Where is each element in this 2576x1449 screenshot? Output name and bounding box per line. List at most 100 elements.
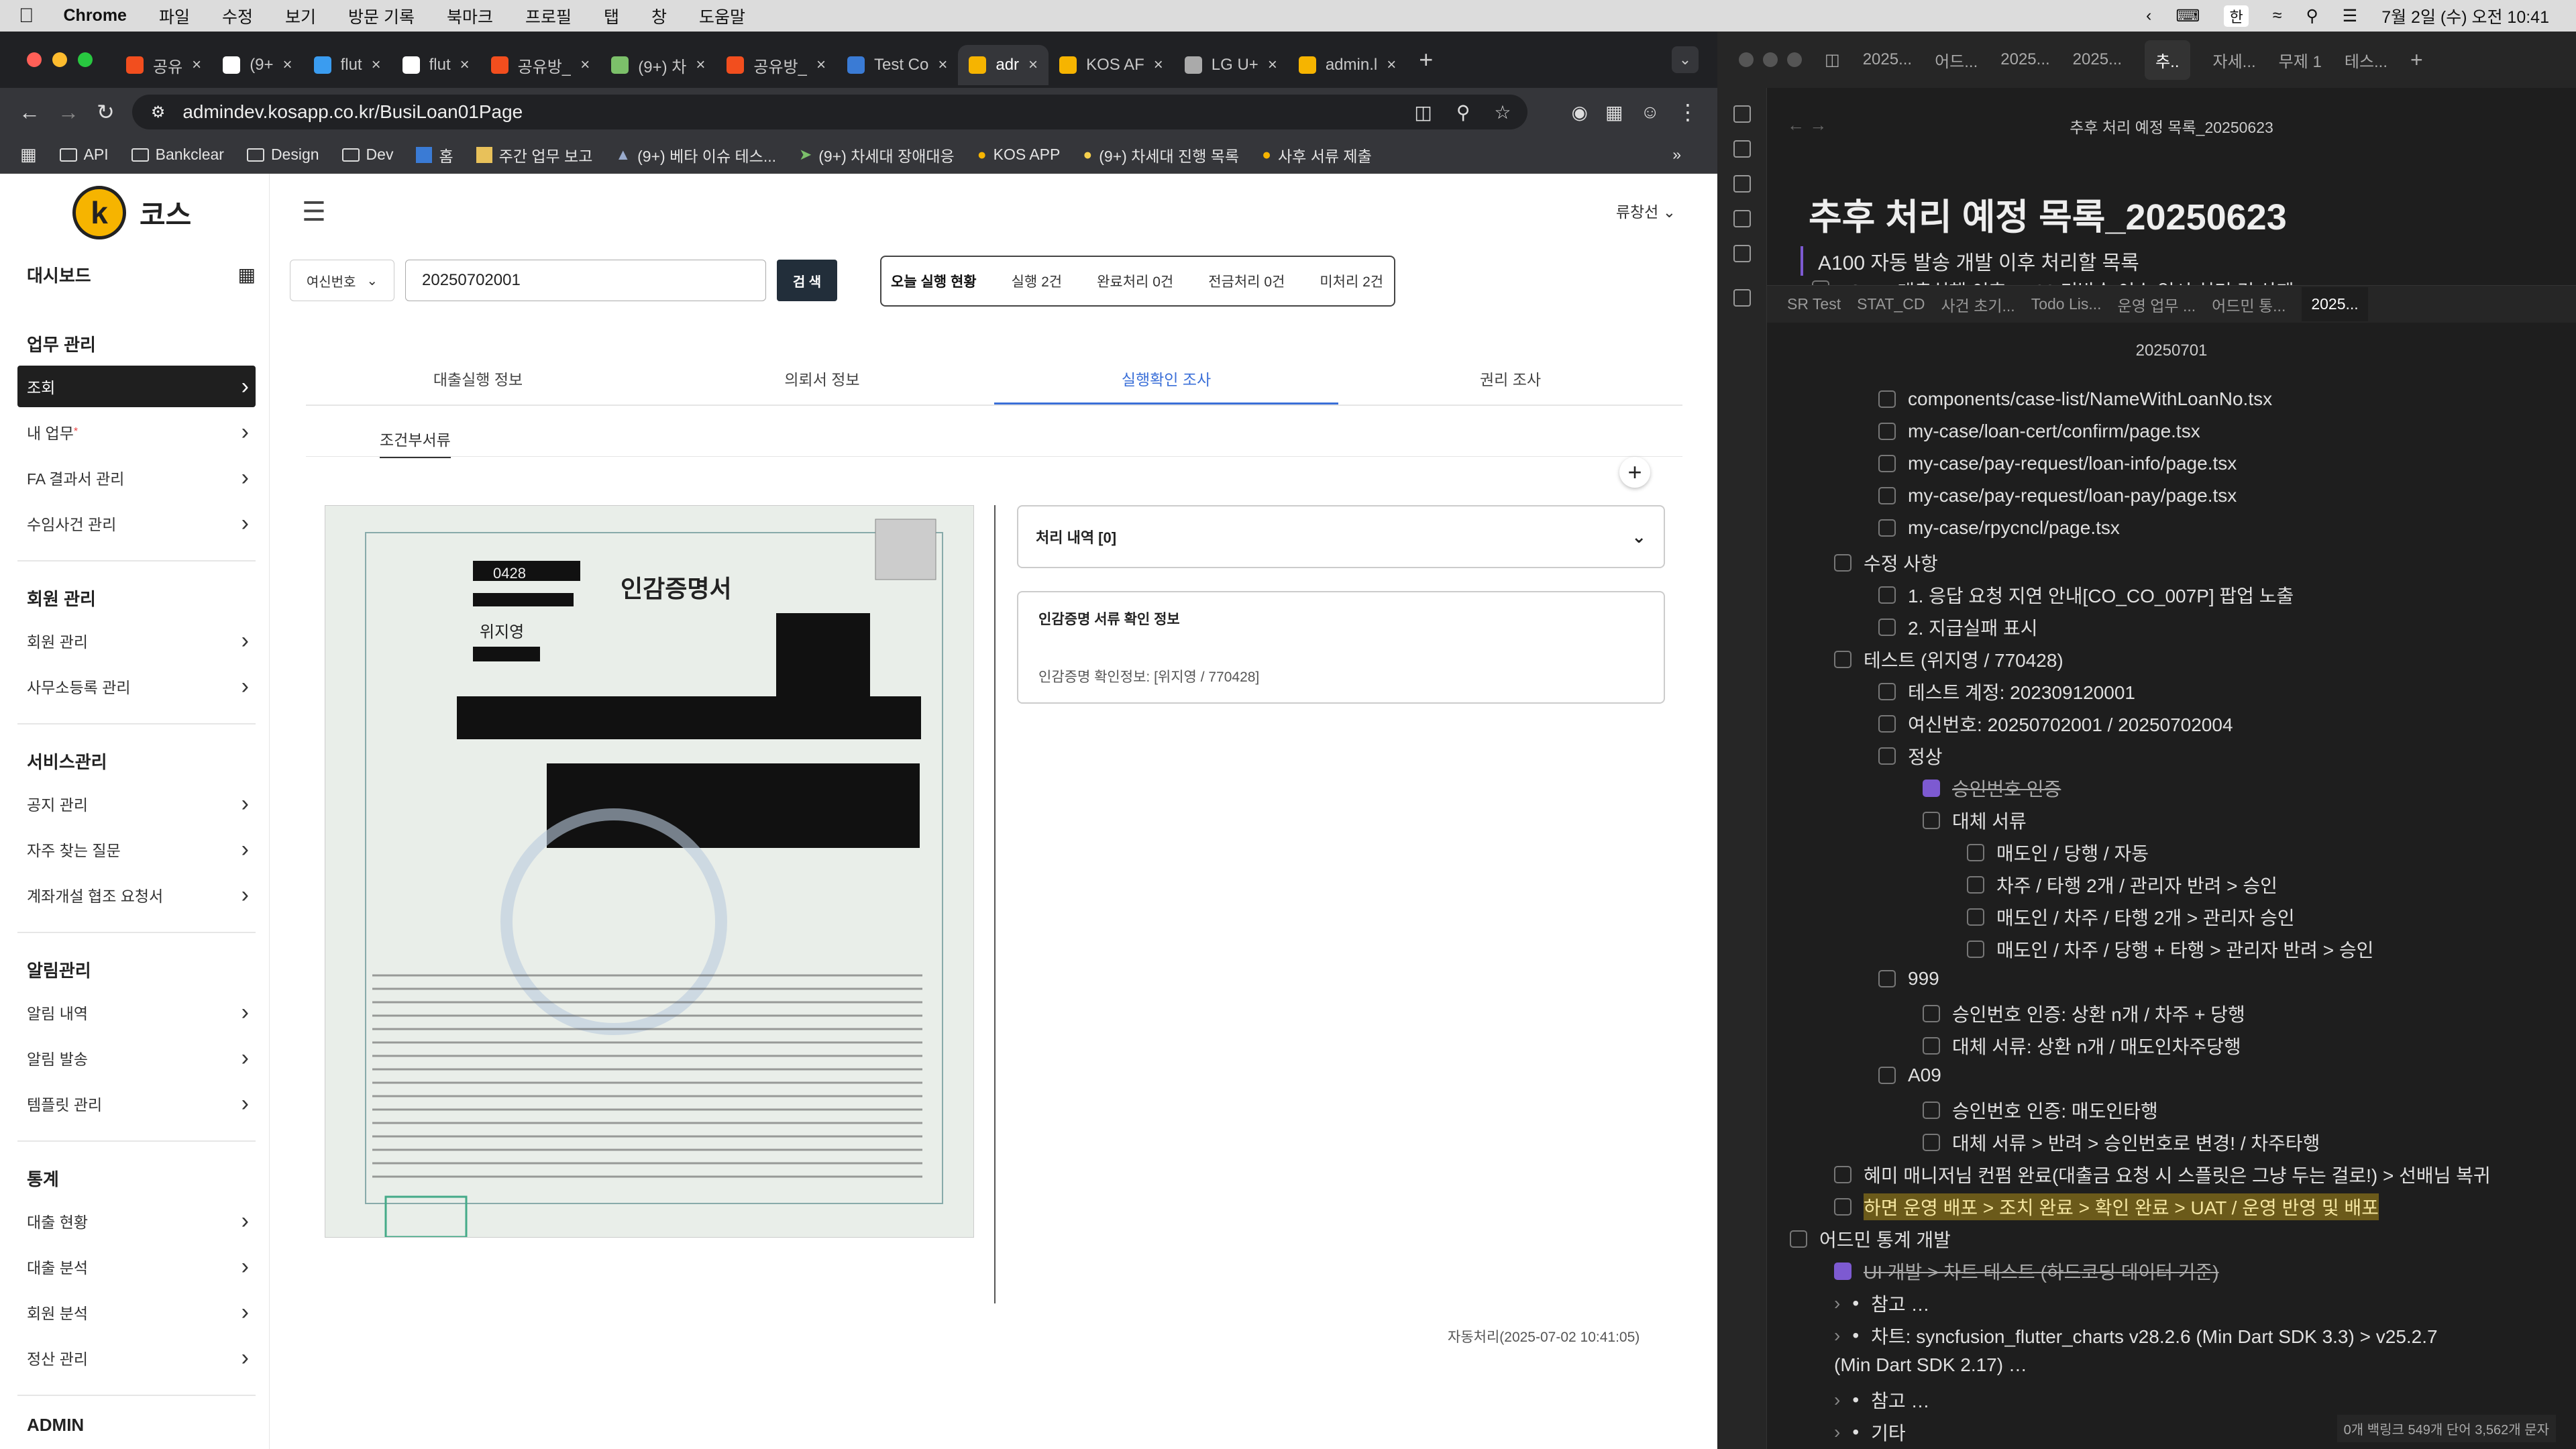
sidebar-item[interactable]: 회원 분석 › [17,1291,256,1333]
todo-item[interactable]: my-case/pay-request/loan-info/page.tsx [1878,453,2237,474]
browser-tab[interactable]: Test Co × [837,45,958,85]
menu-file[interactable]: 파일 [159,4,190,28]
extensions-icon[interactable]: ▦ [1605,101,1623,123]
todo-item[interactable]: 매도인 / 차주 / 당행 + 타행 > 관리자 반려 > 승인 [1967,936,2373,963]
browser-tab[interactable]: LG U+ × [1174,45,1288,85]
checkbox[interactable] [1834,554,1851,572]
obs-tab[interactable]: 2025... [2073,50,2122,69]
bookmark-weekly[interactable]: 주간 업무 보고 [476,144,592,166]
apps-grid-icon[interactable]: ▦ [20,144,37,165]
menu-edit[interactable]: 수정 [222,4,253,28]
todo-item[interactable]: 매도인 / 차주 / 타행 2개 > 관리자 승인 [1967,904,2295,930]
search-type-select[interactable]: 여신번호 ⌄ [290,260,394,301]
todo-item[interactable]: (Min Dart SDK 2.17) … [1834,1354,2027,1376]
todo-item[interactable]: 매도인 / 당행 / 자동 [1967,839,2149,866]
todo-item[interactable]: › • 참고 … [1834,1290,1929,1317]
install-icon[interactable]: ◫ [1414,101,1432,123]
sidebar-dashboard[interactable]: 대시보드 ▦ [27,262,256,287]
bookmark-home[interactable]: 홈 [416,144,453,166]
browser-tab[interactable]: 공유 × [115,45,212,85]
keyboard-icon[interactable]: ⌨ [2176,6,2200,26]
checkbox[interactable] [1878,586,1896,604]
pane2-tab[interactable]: 어드민 통... [2212,293,2286,316]
todo-item[interactable]: 차주 / 타행 2개 / 관리자 반려 > 승인 [1967,871,2277,898]
sidebar-item[interactable]: 템플릿 관리 › [17,1083,256,1124]
menu-view[interactable]: 보기 [285,4,316,28]
zoom-window-icon[interactable] [1787,52,1802,67]
checkbox[interactable] [1878,390,1896,408]
ime-indicator[interactable]: 한 [2224,5,2249,27]
close-window-icon[interactable] [1739,52,1754,67]
todo-item[interactable]: 테스트 (위지영 / 770428) [1834,646,2063,673]
checkbox[interactable] [1878,455,1896,472]
tab-rights[interactable]: 권리 조사 [1338,360,1682,405]
todo-item[interactable]: › • 참고 … [1834,1387,1929,1413]
close-tab-icon[interactable]: × [580,56,590,74]
user-menu[interactable]: 류창선 ⌄ [1616,199,1676,222]
zoom-window-icon[interactable] [78,52,93,67]
checkbox[interactable] [1878,619,1896,636]
checkbox[interactable] [1923,1102,1940,1119]
add-icon[interactable]: + [1619,457,1650,488]
more-bookmarks-icon[interactable]: » [1672,146,1681,164]
close-tab-icon[interactable]: × [1387,56,1396,74]
checkbox[interactable] [1967,844,1984,861]
checkbox[interactable] [1967,876,1984,894]
pane2-tab[interactable]: Todo Lis... [2031,295,2102,313]
search-input[interactable] [405,260,766,301]
browser-tab[interactable]: KOS AF × [1049,45,1174,85]
checkbox[interactable] [1923,780,1940,797]
tab-exec-check[interactable]: 실행확인 조사 [994,360,1338,405]
sidebar-item[interactable]: 정산 관리 › [17,1337,256,1379]
camera-icon[interactable]: ◉ [1572,101,1588,123]
browser-tab[interactable]: admin.l × [1288,45,1407,85]
pane2-tab[interactable]: 운영 업무 ... [2118,293,2196,316]
todo-item[interactable]: A09 [1878,1065,1941,1086]
todo-item[interactable]: 2. 지급실패 표시 [1878,614,2037,641]
control-center-icon[interactable]: ☰ [2343,6,2357,26]
back-icon[interactable]: ← [19,100,40,125]
sidebar-item[interactable]: 자주 찾는 질문 › [17,828,256,870]
sidebar-item[interactable]: 수임사건 관리 › [17,502,256,544]
browser-tab[interactable]: flut × [303,45,392,85]
sidebar-item[interactable]: FA 결과서 관리 › [17,457,256,498]
todo-item[interactable]: 여신번호: 20250702001 / 20250702004 [1878,710,2233,737]
menu-tab[interactable]: 탭 [604,4,619,28]
todo-item[interactable]: 승인번호 인증 [1923,775,2061,802]
wifi-icon[interactable]: ≈ [2273,6,2282,25]
bookmark-progress[interactable]: ● (9+) 차세대 진행 목록 [1083,144,1239,166]
minimize-window-icon[interactable] [52,52,67,67]
checkbox[interactable] [1923,1037,1940,1055]
terminal-icon[interactable] [1733,289,1751,307]
close-tab-icon[interactable]: × [938,56,947,74]
brand-logo[interactable]: k 코스 [72,186,269,239]
browser-tab[interactable]: 공유방_ × [716,45,837,85]
todo-item[interactable]: my-case/rpycncl/page.tsx [1878,517,2120,539]
browser-tab[interactable]: adr × [958,45,1049,85]
checkbox[interactable] [1923,1134,1940,1151]
bookmark-bankclear[interactable]: Bankclear [131,146,224,164]
todo-item[interactable]: 승인번호 인증: 매도인타행 [1923,1097,2158,1124]
fold-chevron-icon[interactable]: › [1834,1421,1840,1443]
sidebar-item[interactable]: 계좌개설 협조 요청서 › [17,874,256,916]
close-tab-icon[interactable]: × [696,56,705,74]
browser-tab[interactable]: (9+) 차 × [600,45,716,85]
document-image[interactable]: 인감증명서 위지영 0428 [325,505,974,1238]
fold-chevron-icon[interactable]: › [1834,1325,1840,1346]
fold-chevron-icon[interactable]: › [1834,1293,1840,1314]
todo-item[interactable]: 대체 서류 [1923,807,2027,834]
close-tab-icon[interactable]: × [1154,56,1163,74]
todo-item[interactable]: 승인번호 인증: 상환 n개 / 차주 + 당행 [1923,1000,2245,1027]
bookmark-incident[interactable]: ➤ (9+) 차세대 장애대응 [799,144,955,166]
menu-window[interactable]: 창 [651,4,667,28]
checkbox[interactable] [1834,1166,1851,1183]
todo-item[interactable]: components/case-list/NameWithLoanNo.tsx [1878,388,2272,410]
obs-tab[interactable]: 무제 1 [2279,48,2322,72]
sidebar-item[interactable]: 조회 › [17,366,256,407]
todo-item[interactable]: 999 [1878,968,1939,989]
checkbox[interactable] [1790,1230,1807,1248]
checkbox[interactable] [1878,970,1896,987]
obs-tab[interactable]: 자세... [2213,48,2256,72]
site-info-icon[interactable]: ⚙ [151,103,166,122]
todo-item[interactable]: 혜미 매니저님 컨펌 완료(대출금 요청 시 스플릿은 그냥 두는 걸로!) >… [1834,1161,2491,1188]
